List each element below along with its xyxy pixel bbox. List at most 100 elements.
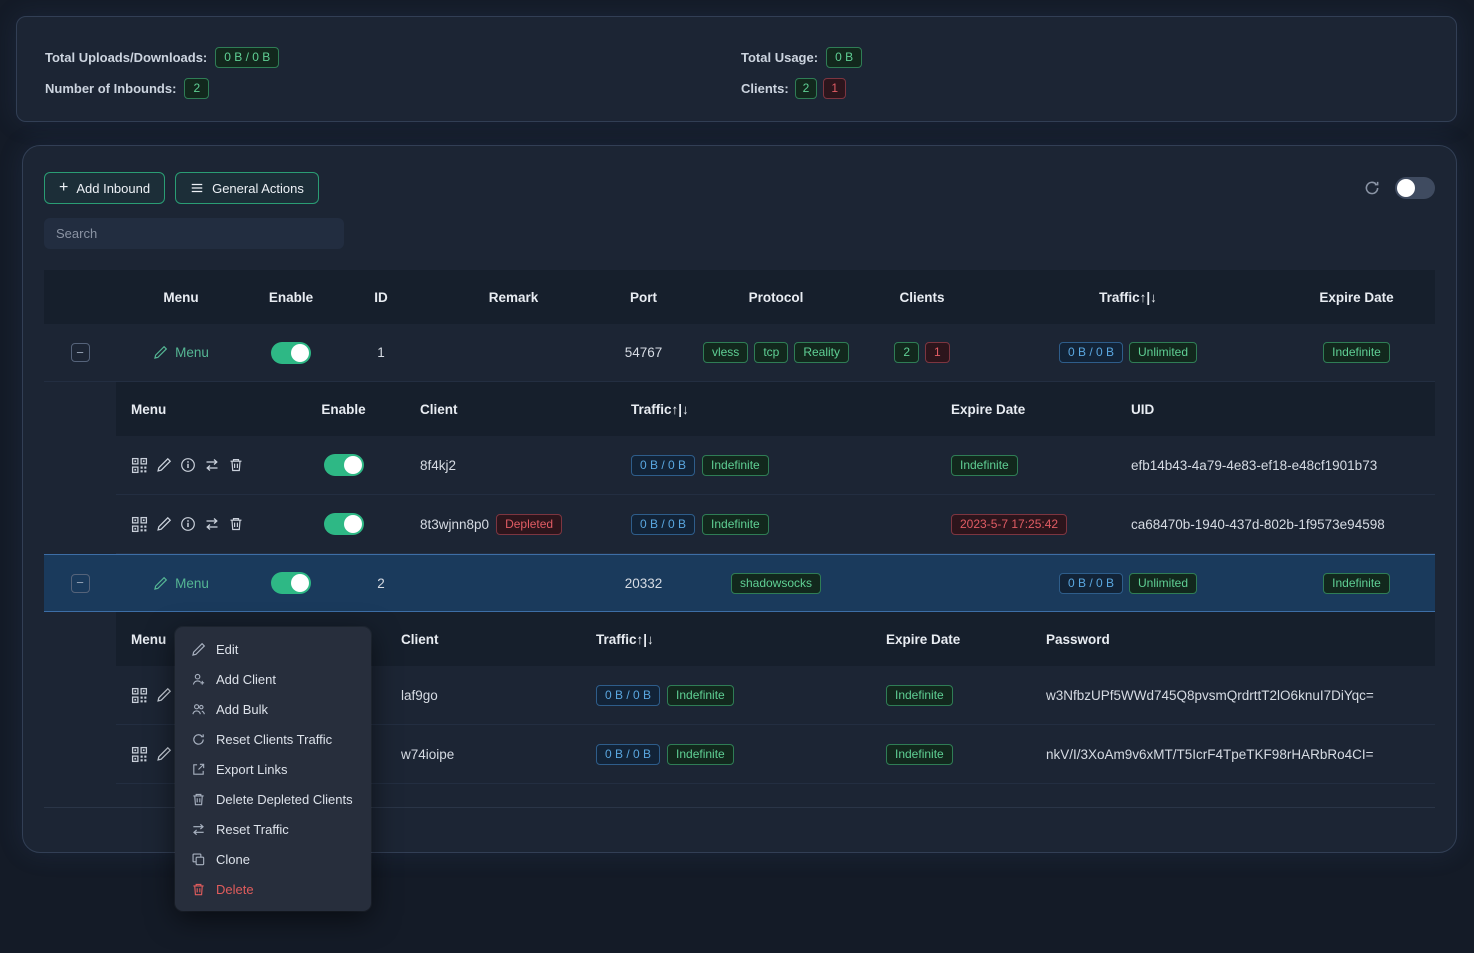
header-port: Port (601, 290, 686, 305)
context-menu-item-reset-traffic[interactable]: Reset Traffic (179, 814, 367, 844)
client-name-cell: 8t3wjnn8p0 Depleted (386, 514, 616, 535)
client-traffic: 0 B / 0 B Indefinite (616, 514, 936, 535)
client-enable-toggle[interactable] (324, 513, 364, 535)
pencil-icon (191, 642, 206, 657)
client-uid: efb14b43-4a79-4e83-ef18-e48cf1901b73 (1116, 458, 1435, 473)
client-traffic: 0 B / 0 B Indefinite (581, 685, 871, 706)
protocol-tag: vless (703, 342, 748, 363)
client-password: w3NfbzUPf5WWd745Q8pvsmQrdrttT2lO6knuI7Di… (1031, 688, 1435, 703)
client-header-expire: Expire Date (871, 632, 1031, 647)
row-menu-button[interactable]: Menu (153, 576, 209, 591)
client-password: nkV/I/3XoAm9v6xMT/T5IcrF4TpeTKF98rHARbRo… (1031, 747, 1435, 762)
collapse-row-button[interactable]: − (71, 343, 90, 362)
edit-client-icon[interactable] (156, 687, 172, 703)
info-icon[interactable] (180, 457, 196, 473)
edit-client-icon[interactable] (156, 746, 172, 762)
client-expire-badge: Indefinite (886, 744, 953, 765)
add-inbound-button[interactable]: + Add Inbound (44, 172, 165, 204)
security-tag: Reality (794, 342, 849, 363)
client-name: 8t3wjnn8p0 (420, 517, 489, 532)
context-menu-item-add-bulk[interactable]: Add Bulk (179, 694, 367, 724)
protocol-tag: shadowsocks (731, 573, 821, 594)
general-actions-button[interactable]: General Actions (175, 172, 319, 204)
context-menu-item-delete-depleted-clients[interactable]: Delete Depleted Clients (179, 784, 367, 814)
general-actions-label: General Actions (212, 181, 304, 196)
client-row: 8f4kj2 0 B / 0 B Indefinite Indefinite e… (116, 436, 1435, 495)
inbounds-table-header: Menu Enable ID Remark Port Protocol Clie… (44, 270, 1435, 324)
add-inbound-label: Add Inbound (76, 181, 150, 196)
clients-active-count: 2 (894, 342, 919, 363)
toolbar: + Add Inbound General Actions (44, 172, 1435, 204)
context-menu-item-clone[interactable]: Clone (179, 844, 367, 874)
clients-label: Clients: (741, 81, 789, 96)
header-id: ID (336, 290, 426, 305)
delete-client-icon[interactable] (228, 516, 244, 532)
header-clients: Clients (866, 290, 978, 305)
info-icon[interactable] (180, 516, 196, 532)
uploads-value-badge: 0 B / 0 B (215, 47, 279, 68)
collapse-row-button[interactable]: − (71, 574, 90, 593)
stats-left-column: Total Uploads/Downloads: 0 B / 0 B Numbe… (45, 47, 741, 99)
inbound-protocol-tags: shadowsocks (686, 573, 866, 594)
user-add-icon (191, 672, 206, 687)
stat-total-usage: Total Usage: 0 B (741, 47, 862, 68)
theme-toggle[interactable] (1395, 177, 1435, 199)
client-header-traffic[interactable]: Traffic↑|↓ (581, 632, 871, 647)
qrcode-icon[interactable] (131, 687, 148, 704)
client-name: laf9go (386, 688, 581, 703)
client-uid: ca68470b-1940-437d-802b-1f9573e94598 (1116, 517, 1435, 532)
client-actions (116, 516, 301, 533)
traffic-limit-badge: Unlimited (1129, 573, 1197, 594)
client-header-client: Client (386, 632, 581, 647)
reset-traffic-icon[interactable] (204, 516, 220, 532)
enable-toggle[interactable] (271, 572, 311, 594)
refresh-icon[interactable] (1363, 179, 1381, 197)
context-menu-item-edit[interactable]: Edit (179, 634, 367, 664)
client-traffic-usage-badge: 0 B / 0 B (631, 455, 695, 476)
context-menu-label: Add Client (216, 672, 276, 687)
edit-client-icon[interactable] (156, 457, 172, 473)
client-traffic-limit-badge: Indefinite (702, 514, 769, 535)
context-menu-label: Delete (216, 882, 254, 897)
context-menu-item-add-client[interactable]: Add Client (179, 664, 367, 694)
client-header-traffic[interactable]: Traffic↑|↓ (616, 402, 936, 417)
uploads-label: Total Uploads/Downloads: (45, 50, 207, 65)
traffic-limit-badge: Unlimited (1129, 342, 1197, 363)
qrcode-icon[interactable] (131, 457, 148, 474)
client-expire: Indefinite (936, 455, 1116, 476)
context-menu-label: Add Bulk (216, 702, 268, 717)
header-remark: Remark (426, 290, 601, 305)
search-input[interactable] (44, 218, 344, 249)
client-enable-toggle[interactable] (324, 454, 364, 476)
enable-toggle[interactable] (271, 342, 311, 364)
inbound-expire: Indefinite (1278, 573, 1435, 594)
client-traffic-limit-badge: Indefinite (667, 685, 734, 706)
context-menu-item-export-links[interactable]: Export Links (179, 754, 367, 784)
reset-traffic-icon[interactable] (204, 457, 220, 473)
delete-client-icon[interactable] (228, 457, 244, 473)
copy-icon (191, 852, 206, 867)
qrcode-icon[interactable] (131, 516, 148, 533)
depleted-badge: Depleted (496, 514, 562, 535)
context-menu-item-delete[interactable]: Delete (179, 874, 367, 904)
client-expire: Indefinite (871, 685, 1031, 706)
inbound-id: 1 (336, 345, 426, 360)
edit-client-icon[interactable] (156, 516, 172, 532)
client-header-expire: Expire Date (936, 402, 1116, 417)
header-menu: Menu (116, 290, 246, 305)
expire-badge: Indefinite (1323, 573, 1390, 594)
client-actions (116, 457, 301, 474)
inbounds-label: Number of Inbounds: (45, 81, 176, 96)
client-row: 8t3wjnn8p0 Depleted 0 B / 0 B Indefinite… (116, 495, 1435, 554)
clients-depleted-count: 1 (925, 342, 950, 363)
pencil-icon (153, 576, 168, 591)
inbound-id: 2 (336, 576, 426, 591)
users-icon (191, 702, 206, 717)
client-traffic-usage-badge: 0 B / 0 B (631, 514, 695, 535)
context-menu-label: Delete Depleted Clients (216, 792, 353, 807)
row-menu-button[interactable]: Menu (153, 345, 209, 360)
header-traffic-sort[interactable]: Traffic↑|↓ (978, 290, 1278, 305)
qrcode-icon[interactable] (131, 746, 148, 763)
app-background: { "stats": { "uploads": { "label": "Tota… (0, 0, 1474, 953)
context-menu-item-reset-clients-traffic[interactable]: Reset Clients Traffic (179, 724, 367, 754)
